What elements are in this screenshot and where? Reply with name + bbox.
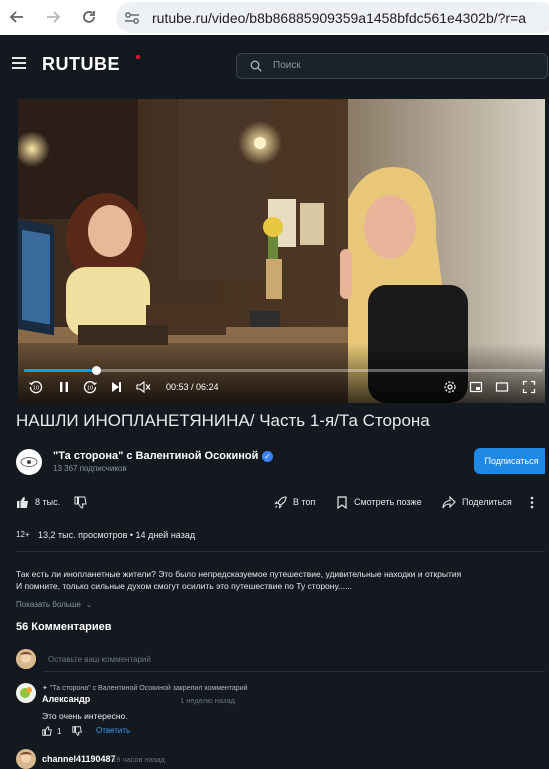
share-button[interactable]: Поделиться <box>442 494 512 510</box>
url-text[interactable]: rutube.ru/video/b8b86885909359a1458bfdc5… <box>152 10 526 26</box>
pinned-note: ✦ "Та сторона" с Валентиной Осокиной зак… <box>42 684 248 692</box>
theater-mode-icon[interactable] <box>494 379 510 395</box>
thumbs-up-icon <box>42 726 52 736</box>
description-line-1: Так есть ли инопланетные жители? Это был… <box>16 569 462 579</box>
menu-icon[interactable] <box>12 57 26 71</box>
mute-icon[interactable] <box>136 379 152 395</box>
progress-knob[interactable] <box>91 366 101 375</box>
comment-input[interactable]: Оставьте ваш комментарий <box>44 648 549 672</box>
show-more-link[interactable]: Показать больше ⌄ <box>16 600 92 609</box>
comment-like-button[interactable]: 1 <box>42 726 61 736</box>
forward-10-icon[interactable]: 10 <box>82 379 98 395</box>
subscribe-button[interactable]: Подписаться <box>474 448 549 474</box>
picture-in-picture-icon[interactable] <box>468 379 484 395</box>
search-icon <box>250 60 262 72</box>
watch-later-label: Смотреть позже <box>354 497 422 507</box>
user-avatar <box>16 649 36 669</box>
comment-dislike-button[interactable] <box>72 726 82 736</box>
site-settings-icon[interactable] <box>122 8 142 28</box>
comments-count: 56 Комментариев <box>16 621 112 633</box>
thumbs-down-icon <box>72 726 82 736</box>
reload-icon[interactable] <box>78 6 100 28</box>
rutube-logo[interactable]: RUTUBE <box>42 54 120 75</box>
site-header: RUTUBE Поиск <box>0 41 549 89</box>
watch-later-button[interactable]: Смотреть позже <box>336 494 422 510</box>
like-button[interactable]: 8 тыс. <box>16 494 60 510</box>
channel-name[interactable]: "Та сторона" с Валентиной Осокиной <box>53 450 258 462</box>
address-bar[interactable]: rutube.ru/video/b8b86885909359a1458bfdc5… <box>116 2 549 33</box>
comment-time: 1 неделю назад <box>180 696 236 705</box>
reply-button[interactable]: Ответить <box>96 726 130 735</box>
dislike-button[interactable] <box>74 494 93 510</box>
verified-badge-icon: ✓ <box>262 451 273 462</box>
comment-time: 19 часов назад <box>112 755 165 764</box>
progress-bar[interactable] <box>24 366 543 375</box>
settings-gear-icon[interactable] <box>442 379 458 395</box>
subscriber-count: 13 367 подписчиков <box>53 464 127 473</box>
divider <box>16 551 549 552</box>
comment-author[interactable]: channel41190487 <box>42 754 116 764</box>
like-count: 8 тыс. <box>35 497 61 507</box>
chevron-down-icon: ⌄ <box>86 601 92 609</box>
pause-icon[interactable] <box>56 379 72 395</box>
rewind-10-icon[interactable]: 10 <box>28 379 44 395</box>
age-rating-badge: 12+ <box>16 530 30 539</box>
bookmark-icon <box>337 495 347 509</box>
page-scrollbar[interactable] <box>545 89 549 769</box>
to-top-label: В топ <box>293 497 316 507</box>
commenter-avatar[interactable] <box>16 749 36 769</box>
commenter-avatar[interactable] <box>16 683 36 703</box>
thumbs-up-icon <box>17 496 28 508</box>
share-label: Поделиться <box>462 497 512 507</box>
to-top-button[interactable]: В топ <box>274 494 315 510</box>
progress-fill <box>24 369 96 372</box>
svg-text:10: 10 <box>33 386 39 392</box>
channel-avatar[interactable] <box>16 449 42 475</box>
back-arrow-icon[interactable] <box>6 6 28 28</box>
comment-text: Это очень интересно. <box>42 711 128 721</box>
description: Так есть ли инопланетные жители? Это был… <box>16 568 461 592</box>
more-options-icon[interactable] <box>530 494 540 510</box>
forward-arrow-icon[interactable] <box>42 6 64 28</box>
rocket-icon <box>274 495 287 509</box>
pin-icon: ✦ <box>42 684 48 692</box>
browser-toolbar: rutube.ru/video/b8b86885909359a1458bfdc5… <box>0 0 549 35</box>
logo-dot <box>136 55 140 59</box>
search-input[interactable]: Поиск <box>236 53 548 79</box>
share-icon <box>442 495 456 508</box>
search-placeholder: Поиск <box>273 60 301 71</box>
pinned-note-text: "Та сторона" с Валентиной Осокиной закре… <box>49 685 248 692</box>
show-more-label: Показать больше <box>16 600 81 609</box>
views-and-date: 13,2 тыс. просмотров • 14 дней назад <box>38 530 196 540</box>
fullscreen-icon[interactable] <box>521 379 537 395</box>
comment-placeholder: Оставьте ваш комментарий <box>48 655 151 664</box>
comment-author[interactable]: Александр <box>42 694 90 704</box>
comment-like-count: 1 <box>57 726 62 736</box>
video-title: НАШЛИ ИНОПЛАНЕТЯНИНА/ Часть 1-я/Та Сторо… <box>16 411 430 430</box>
description-line-2: И помните, только сильные духом смогут о… <box>16 581 353 591</box>
video-player[interactable]: 10 10 00:53 / 06:24 <box>18 99 549 403</box>
time-display: 00:53 / 06:24 <box>166 382 219 392</box>
svg-text:10: 10 <box>87 386 93 392</box>
next-icon[interactable] <box>108 379 124 395</box>
thumbs-down-icon <box>74 496 87 509</box>
